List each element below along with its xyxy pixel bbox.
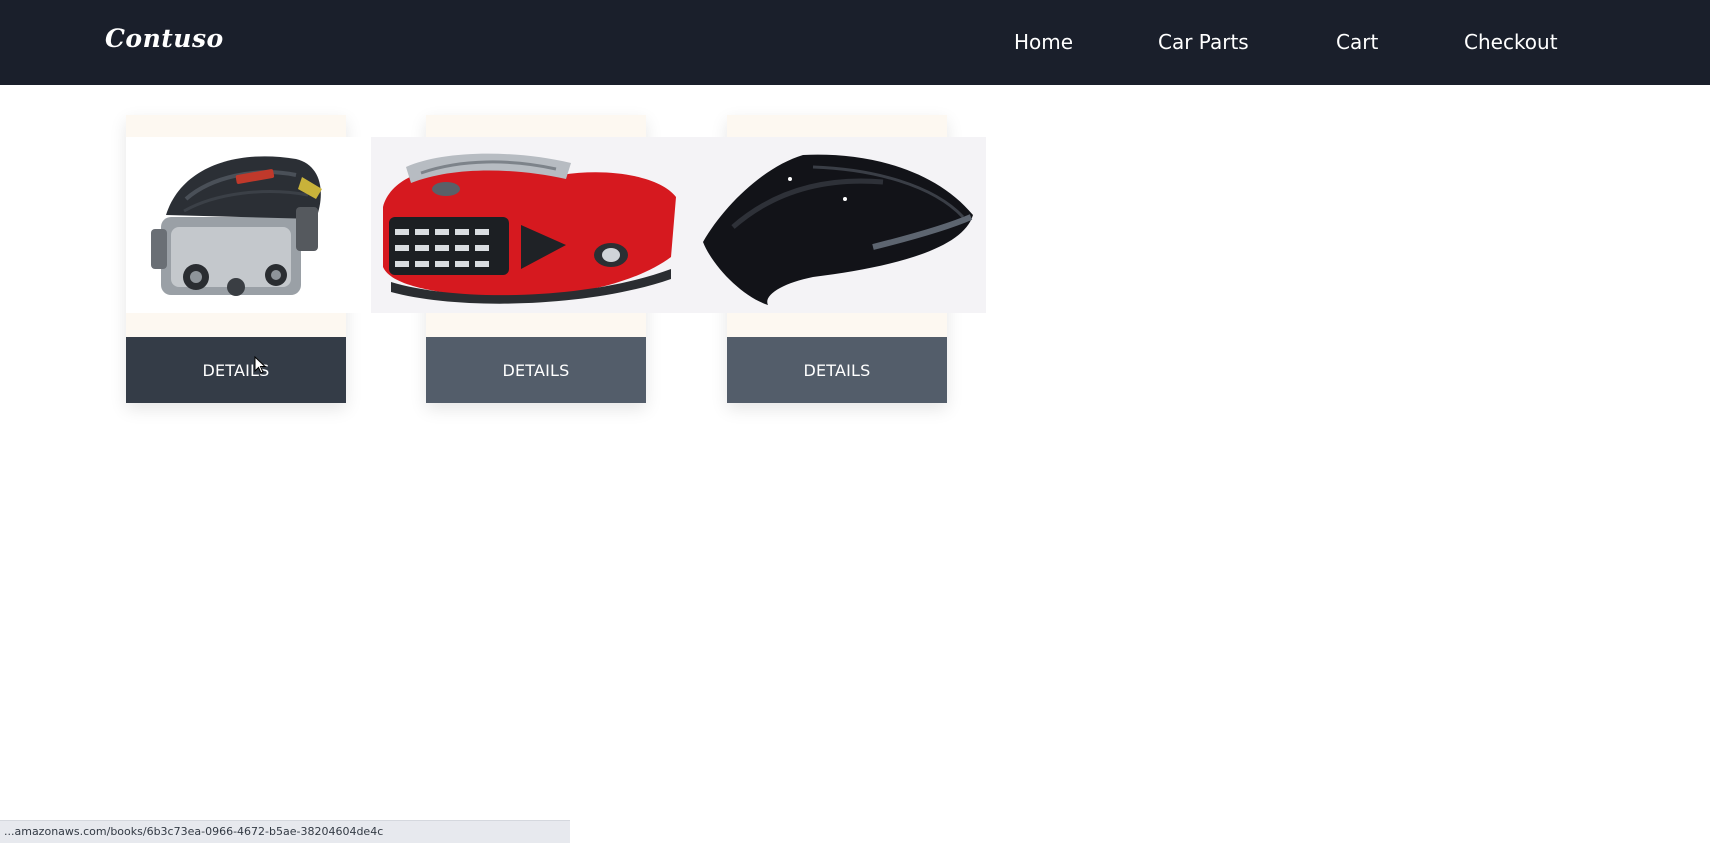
- engine-image: [126, 137, 371, 313]
- brand-logo[interactable]: Contuso: [105, 24, 224, 53]
- top-navbar: Contuso Home Car Parts Cart Checkout: [0, 0, 1710, 85]
- details-button[interactable]: DETAILS: [126, 337, 346, 403]
- status-bar-url: ...amazonaws.com/books/6b3c73ea-0966-467…: [0, 820, 570, 843]
- engine-illustration: [126, 137, 371, 313]
- nav-link-checkout[interactable]: Checkout: [1464, 30, 1558, 54]
- mouse-cursor-icon: [254, 356, 266, 374]
- nav-link-car-parts[interactable]: Car Parts: [1158, 30, 1249, 54]
- hood-image: [693, 137, 986, 313]
- front-bumper-image: [371, 137, 693, 313]
- bumper-illustration: [371, 137, 693, 313]
- nav-link-cart[interactable]: Cart: [1336, 30, 1378, 54]
- hood-illustration: [693, 137, 986, 313]
- nav-link-home[interactable]: Home: [1014, 30, 1073, 54]
- details-button[interactable]: DETAILS: [426, 337, 646, 403]
- details-button[interactable]: DETAILS: [727, 337, 947, 403]
- page: Contuso Home Car Parts Cart Checkout DET…: [0, 0, 1710, 843]
